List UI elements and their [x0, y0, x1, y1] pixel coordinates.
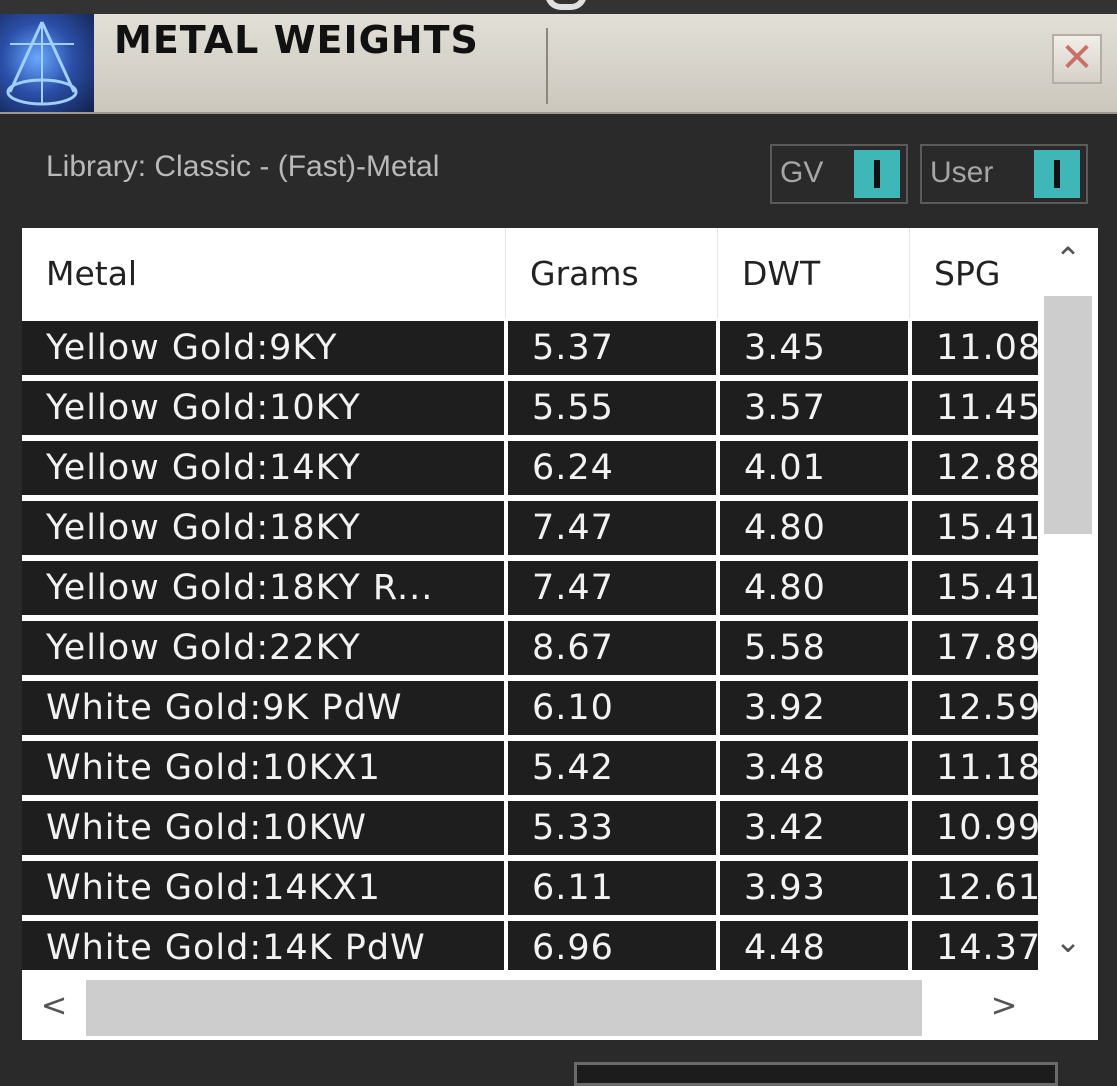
- scroll-left-icon[interactable]: <: [30, 986, 78, 1024]
- cell-metal: Yellow Gold:14KY: [22, 441, 504, 495]
- cell-metal: White Gold:14KX1: [22, 861, 504, 915]
- cell-metal: Yellow Gold:9KY: [22, 321, 504, 375]
- table-row[interactable]: White Gold:14KX1 6.11 3.93 12.61: [22, 858, 1038, 918]
- cell-spg: 11.18: [912, 741, 1038, 795]
- table-row[interactable]: Yellow Gold:9KY 5.37 3.45 11.08: [22, 318, 1038, 378]
- cell-dwt: 3.93: [720, 861, 908, 915]
- cell-spg: 11.45: [912, 381, 1038, 435]
- cell-dwt: 4.80: [720, 561, 908, 615]
- window-title: METAL WEIGHTS: [114, 18, 479, 62]
- table-row[interactable]: White Gold:10KW 5.33 3.42 10.99: [22, 798, 1038, 858]
- cell-spg: 15.41: [912, 501, 1038, 555]
- table-row[interactable]: White Gold:9K PdW 6.10 3.92 12.59: [22, 678, 1038, 738]
- column-header-metal[interactable]: Metal: [22, 228, 506, 320]
- background-fragment: [545, 0, 587, 10]
- cell-dwt: 4.01: [720, 441, 908, 495]
- cell-grams: 5.37: [508, 321, 716, 375]
- cell-grams: 6.96: [508, 921, 716, 970]
- vertical-scrollbar[interactable]: [1038, 228, 1098, 970]
- library-label: Library: Classic - (Fast)-Metal: [46, 150, 440, 183]
- table-row[interactable]: Yellow Gold:14KY 6.24 4.01 12.88: [22, 438, 1038, 498]
- scale-icon: [0, 14, 94, 112]
- horizontal-scroll-thumb[interactable]: [86, 980, 922, 1036]
- user-toggle-label: User: [930, 156, 994, 189]
- cell-metal: Yellow Gold:10KY: [22, 381, 504, 435]
- user-toggle-switch[interactable]: [1034, 150, 1080, 198]
- cell-dwt: 3.48: [720, 741, 908, 795]
- cell-metal: White Gold:14K PdW: [22, 921, 504, 970]
- cell-spg: 10.99: [912, 801, 1038, 855]
- cell-metal: White Gold:10KX1: [22, 741, 504, 795]
- cell-spg: 12.88: [912, 441, 1038, 495]
- cell-grams: 7.47: [508, 501, 716, 555]
- cell-metal: White Gold:9K PdW: [22, 681, 504, 735]
- cell-grams: 8.67: [508, 621, 716, 675]
- cell-grams: 6.11: [508, 861, 716, 915]
- table-header: Metal Grams DWT SPG: [22, 228, 1038, 320]
- column-header-grams[interactable]: Grams: [506, 228, 718, 320]
- vertical-scroll-thumb[interactable]: [1044, 296, 1092, 534]
- table-row[interactable]: White Gold:14K PdW 6.96 4.48 14.37: [22, 918, 1038, 970]
- cell-spg: 17.89: [912, 621, 1038, 675]
- gv-toggle-switch[interactable]: [854, 150, 900, 198]
- cell-grams: 5.33: [508, 801, 716, 855]
- title-bar[interactable]: METAL WEIGHTS ✕: [0, 14, 1117, 114]
- cell-dwt: 4.48: [720, 921, 908, 970]
- cell-metal: Yellow Gold:18KY: [22, 501, 504, 555]
- column-header-dwt[interactable]: DWT: [718, 228, 910, 320]
- scroll-up-icon[interactable]: ⌃: [1042, 240, 1094, 278]
- metal-weights-table[interactable]: Metal Grams DWT SPG Yellow Gold:9KY 5.37…: [22, 228, 1098, 1040]
- cell-dwt: 3.92: [720, 681, 908, 735]
- cell-grams: 5.42: [508, 741, 716, 795]
- bottom-control[interactable]: [574, 1062, 1058, 1086]
- horizontal-scrollbar[interactable]: < >: [22, 970, 1098, 1040]
- cell-dwt: 3.57: [720, 381, 908, 435]
- cell-grams: 5.55: [508, 381, 716, 435]
- table-row[interactable]: Yellow Gold:10KY 5.55 3.57 11.45: [22, 378, 1038, 438]
- cell-dwt: 4.80: [720, 501, 908, 555]
- cell-dwt: 5.58: [720, 621, 908, 675]
- table-row[interactable]: Yellow Gold:22KY 8.67 5.58 17.89: [22, 618, 1038, 678]
- gv-toggle-label: GV: [780, 156, 824, 189]
- cell-metal: Yellow Gold:22KY: [22, 621, 504, 675]
- cell-spg: 12.59: [912, 681, 1038, 735]
- cell-metal: White Gold:10KW: [22, 801, 504, 855]
- cell-metal: Yellow Gold:18KY R...: [22, 561, 504, 615]
- table-row[interactable]: White Gold:10KX1 5.42 3.48 11.18: [22, 738, 1038, 798]
- gv-toggle[interactable]: GV: [770, 144, 908, 204]
- cell-grams: 7.47: [508, 561, 716, 615]
- cell-grams: 6.10: [508, 681, 716, 735]
- title-divider: [546, 28, 548, 104]
- cell-spg: 12.61: [912, 861, 1038, 915]
- cell-dwt: 3.45: [720, 321, 908, 375]
- cell-grams: 6.24: [508, 441, 716, 495]
- cell-spg: 14.37: [912, 921, 1038, 970]
- scroll-down-icon[interactable]: ⌄: [1042, 922, 1094, 960]
- user-toggle[interactable]: User: [920, 144, 1088, 204]
- column-header-spg[interactable]: SPG: [910, 228, 1050, 320]
- close-button[interactable]: ✕: [1052, 34, 1102, 84]
- scroll-right-icon[interactable]: >: [980, 986, 1028, 1024]
- top-strip: [0, 0, 1117, 14]
- cell-spg: 15.41: [912, 561, 1038, 615]
- table-row[interactable]: Yellow Gold:18KY R... 7.47 4.80 15.41: [22, 558, 1038, 618]
- cell-spg: 11.08: [912, 321, 1038, 375]
- cell-dwt: 3.42: [720, 801, 908, 855]
- table-row[interactable]: Yellow Gold:18KY 7.47 4.80 15.41: [22, 498, 1038, 558]
- table-body: Yellow Gold:9KY 5.37 3.45 11.08 Yellow G…: [22, 318, 1038, 970]
